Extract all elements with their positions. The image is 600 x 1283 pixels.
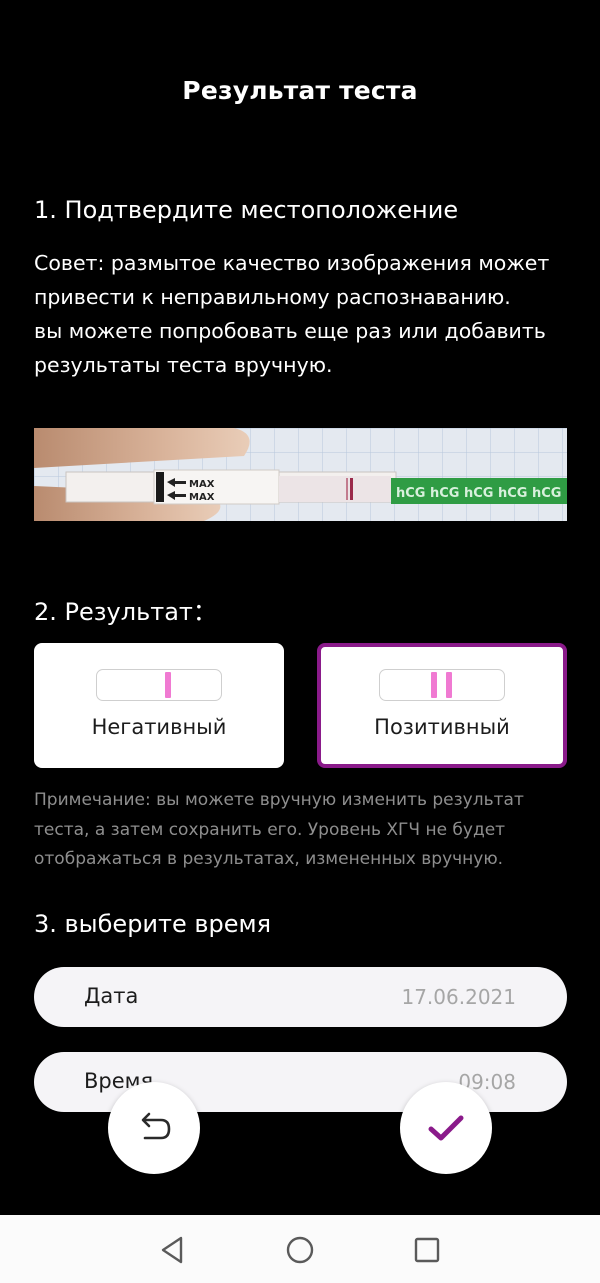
undo-button[interactable] <box>108 1082 200 1174</box>
page-title: Результат теста <box>182 76 418 105</box>
date-value: 17.06.2021 <box>401 985 516 1009</box>
positive-label: Позитивный <box>374 715 510 739</box>
circle-home-icon <box>286 1236 314 1264</box>
checkmark-icon <box>428 1115 464 1141</box>
system-navigation-bar <box>0 1215 600 1283</box>
max-label: MAX <box>189 479 215 490</box>
note-line: отображаться в результатах, измененных в… <box>34 849 504 869</box>
hcg-brand-text: hCG hCG hCG hCG hCG <box>396 486 561 501</box>
nav-back-button[interactable] <box>155 1233 189 1267</box>
tip-line: результаты теста вручную. <box>34 353 333 377</box>
square-recent-icon <box>414 1237 440 1263</box>
section-confirm-location-title: 1. Подтвердите местоположение <box>34 196 459 224</box>
strip-line-icon <box>431 672 437 698</box>
negative-label: Негативный <box>91 715 227 739</box>
nav-home-button[interactable] <box>283 1233 317 1267</box>
tip-line: Совет: размытое качество изображения мож… <box>34 251 550 275</box>
tip-line: вы можете попробовать еще раз или добави… <box>34 319 546 343</box>
positive-strip-icon <box>379 669 505 701</box>
triangle-back-icon <box>161 1236 183 1264</box>
manual-change-note: Примечание: вы можете вручную изменить р… <box>34 786 574 875</box>
strip-line-icon <box>165 672 171 698</box>
date-picker-field[interactable]: Дата 17.06.2021 <box>34 967 567 1027</box>
negative-strip-icon <box>96 669 222 701</box>
result-option-negative[interactable]: Негативный <box>34 643 284 768</box>
max-label-2: MAX <box>189 492 215 503</box>
nav-recent-button[interactable] <box>410 1233 444 1267</box>
result-option-positive[interactable]: Позитивный <box>317 643 567 768</box>
confirm-button[interactable] <box>400 1082 492 1174</box>
note-line: Примечание: вы можете вручную изменить р… <box>34 790 524 810</box>
section-select-time-title: 3. выберите время <box>34 910 272 938</box>
test-strip-photo: MAX MAX hCG hCG hCG hCG hCG <box>34 428 567 521</box>
tip-text: Совет: размытое качество изображения мож… <box>34 246 574 382</box>
undo-arrow-icon <box>141 1112 171 1140</box>
tip-line: привести к неправильному распознаванию. <box>34 285 511 309</box>
date-label: Дата <box>84 984 139 1008</box>
section-result-title: 2. Результат： <box>34 598 217 626</box>
test-strip-image: MAX MAX hCG hCG hCG hCG hCG <box>34 428 567 521</box>
strip-line-icon <box>446 672 452 698</box>
note-line: теста, а затем сохранить его. Уровень ХГ… <box>34 819 506 840</box>
